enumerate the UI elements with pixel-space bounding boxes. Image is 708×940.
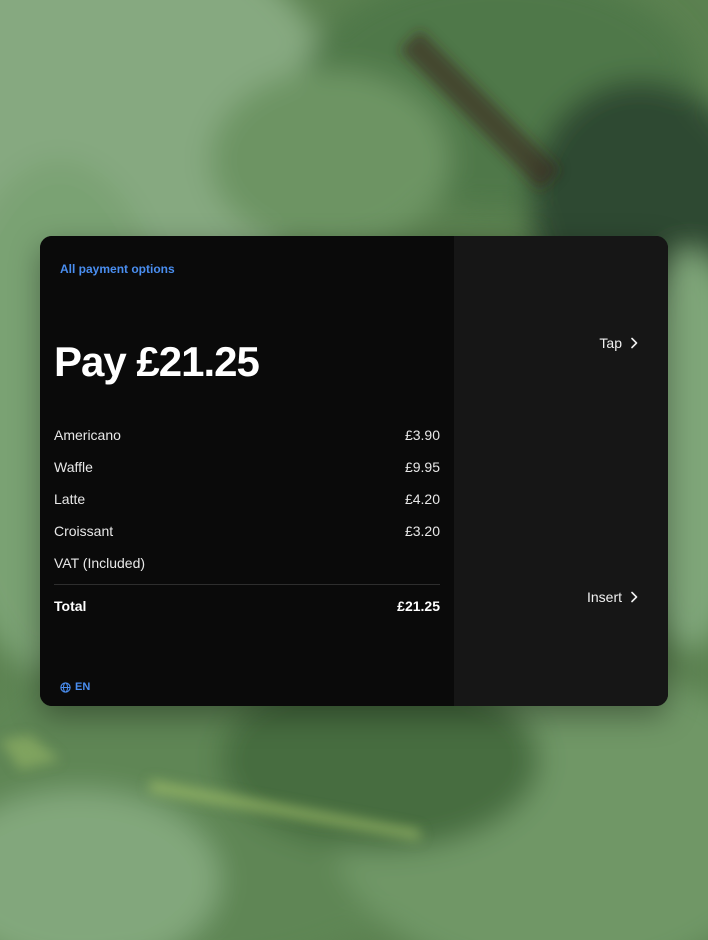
language-selector[interactable]: EN — [60, 680, 90, 694]
all-payment-options-link[interactable]: All payment options — [60, 262, 175, 276]
line-item-name: Latte — [54, 491, 86, 507]
payment-methods-panel: Tap Insert — [454, 236, 668, 706]
line-item-name: Waffle — [54, 459, 93, 475]
line-item-price: £3.20 — [404, 523, 440, 539]
line-item: Latte £4.20 — [54, 484, 440, 516]
order-items-list: Americano £3.90 Waffle £9.95 Latte £4.20… — [54, 420, 440, 580]
total-value: £21.25 — [397, 598, 440, 614]
line-item-price: £3.90 — [404, 427, 440, 443]
line-item-price: £9.95 — [404, 459, 440, 475]
total-label: Total — [54, 598, 87, 614]
chevron-right-icon — [631, 591, 638, 603]
line-item: Waffle £9.95 — [54, 452, 440, 484]
total-row: Total £21.25 — [54, 596, 440, 618]
vat-label: VAT (Included) — [54, 555, 146, 571]
total-divider — [54, 584, 440, 585]
tap-option-button[interactable]: Tap — [599, 335, 638, 351]
payment-card: All payment options Pay £21.25 Americano… — [40, 236, 668, 706]
globe-icon — [60, 681, 71, 693]
line-item-name: Croissant — [54, 523, 114, 539]
language-label: EN — [75, 681, 91, 693]
pay-amount-title: Pay £21.25 — [54, 338, 260, 385]
chevron-right-icon — [631, 337, 638, 349]
tap-label: Tap — [599, 335, 622, 351]
order-summary-panel: All payment options Pay £21.25 Americano… — [40, 236, 454, 706]
line-item-price: £4.20 — [404, 491, 440, 507]
line-item: Americano £3.90 — [54, 420, 440, 452]
vat-row: VAT (Included) — [54, 548, 440, 580]
line-item-name: Americano — [54, 427, 121, 443]
insert-label: Insert — [586, 589, 622, 605]
insert-option-button[interactable]: Insert — [587, 589, 638, 605]
line-item: Croissant £3.20 — [54, 516, 440, 548]
